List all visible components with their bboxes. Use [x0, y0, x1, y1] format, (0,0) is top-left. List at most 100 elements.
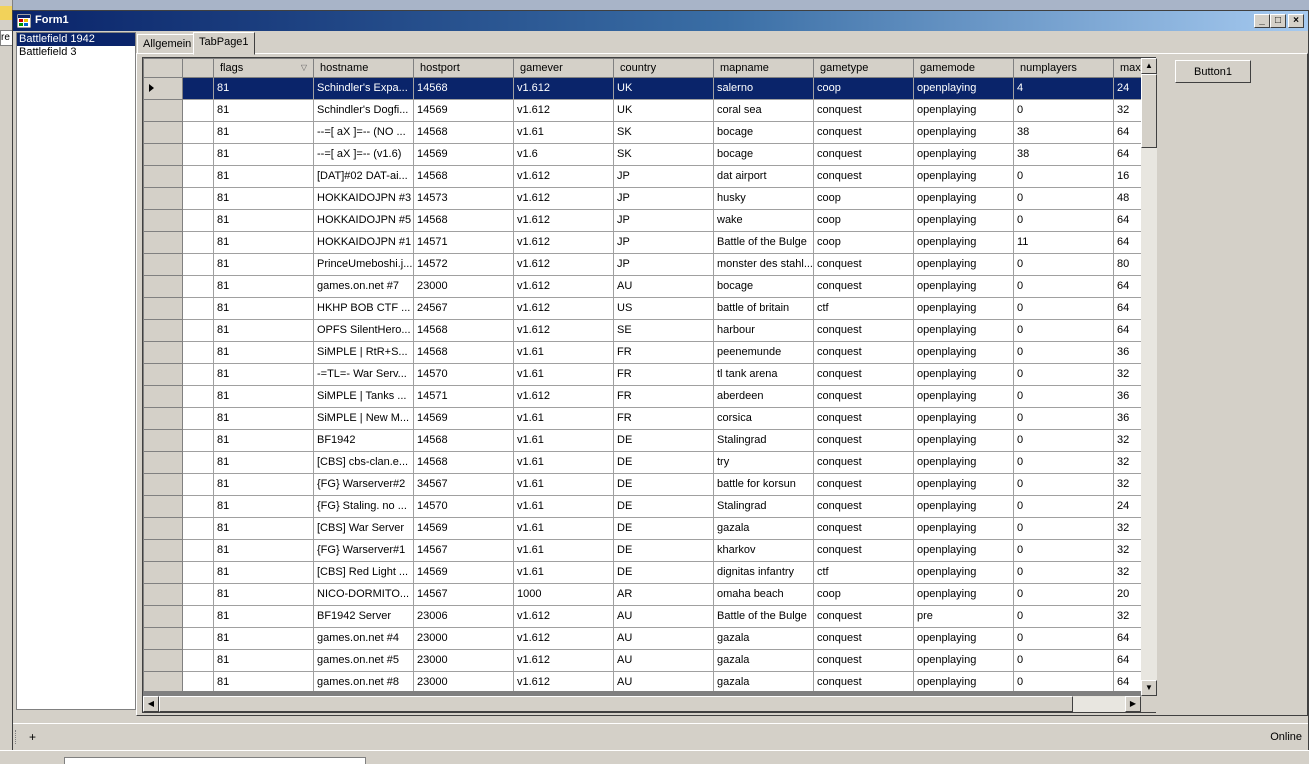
- cell-hostname[interactable]: [DAT]#02 DAT-ai...: [314, 166, 414, 188]
- cell-gamemode[interactable]: openplaying: [914, 386, 1014, 408]
- column-header-hostname[interactable]: hostname: [314, 59, 414, 78]
- cell-numplayers[interactable]: 0: [1014, 342, 1114, 364]
- cell-gamemode[interactable]: openplaying: [914, 474, 1014, 496]
- cell-country[interactable]: JP: [614, 166, 714, 188]
- cell-country[interactable]: AU: [614, 672, 714, 691]
- cell-blank[interactable]: [183, 364, 214, 386]
- cell-hostname[interactable]: HOKKAIDOJPN #3: [314, 188, 414, 210]
- cell-gamemode[interactable]: openplaying: [914, 210, 1014, 232]
- cell-mapname[interactable]: Battle of the Bulge: [714, 232, 814, 254]
- cell-hostport[interactable]: 14568: [414, 430, 514, 452]
- table-row[interactable]: 81 {FG} Warserver#1 14567 v1.61 DE kharkov con…: [144, 540, 1155, 562]
- cell-gamemode[interactable]: openplaying: [914, 650, 1014, 672]
- cell-flags[interactable]: 81: [214, 320, 314, 342]
- cell-country[interactable]: DE: [614, 430, 714, 452]
- table-row[interactable]: 81 {FG} Staling. no ... 14570 v1.61 DE Stalin…: [144, 496, 1155, 518]
- cell-blank[interactable]: [183, 254, 214, 276]
- cell-mapname[interactable]: monster des stahl...: [714, 254, 814, 276]
- cell-gametype[interactable]: conquest: [814, 144, 914, 166]
- cell-mapname[interactable]: salerno: [714, 78, 814, 100]
- cell-gamemode[interactable]: openplaying: [914, 364, 1014, 386]
- row-header[interactable]: [144, 474, 183, 496]
- cell-hostport[interactable]: 14573: [414, 188, 514, 210]
- cell-numplayers[interactable]: 0: [1014, 386, 1114, 408]
- cell-hostname[interactable]: NICO-DORMITO...: [314, 584, 414, 606]
- cell-gametype[interactable]: conquest: [814, 496, 914, 518]
- cell-gamever[interactable]: v1.61: [514, 342, 614, 364]
- cell-mapname[interactable]: bocage: [714, 144, 814, 166]
- status-add-button[interactable]: +: [29, 730, 36, 744]
- cell-hostname[interactable]: --=[ aX ]=-- (v1.6): [314, 144, 414, 166]
- cell-country[interactable]: SK: [614, 144, 714, 166]
- cell-gamever[interactable]: v1.612: [514, 298, 614, 320]
- cell-gametype[interactable]: coop: [814, 78, 914, 100]
- cell-blank[interactable]: [183, 474, 214, 496]
- cell-numplayers[interactable]: 0: [1014, 408, 1114, 430]
- cell-gamemode[interactable]: openplaying: [914, 276, 1014, 298]
- cell-flags[interactable]: 81: [214, 342, 314, 364]
- cell-country[interactable]: JP: [614, 188, 714, 210]
- game-listbox[interactable]: Battlefield 1942 Battlefield 3: [16, 32, 136, 710]
- cell-flags[interactable]: 81: [214, 386, 314, 408]
- cell-country[interactable]: FR: [614, 386, 714, 408]
- cell-gamemode[interactable]: openplaying: [914, 562, 1014, 584]
- cell-flags[interactable]: 81: [214, 584, 314, 606]
- cell-gamever[interactable]: 1000: [514, 584, 614, 606]
- cell-blank[interactable]: [183, 166, 214, 188]
- cell-blank[interactable]: [183, 540, 214, 562]
- cell-flags[interactable]: 81: [214, 518, 314, 540]
- cell-gamemode[interactable]: openplaying: [914, 408, 1014, 430]
- table-row[interactable]: 81 HOKKAIDOJPN #3 14573 v1.612 JP husky coop op…: [144, 188, 1155, 210]
- cell-hostport[interactable]: 14571: [414, 232, 514, 254]
- cell-gamemode[interactable]: openplaying: [914, 628, 1014, 650]
- cell-flags[interactable]: 81: [214, 606, 314, 628]
- cell-numplayers[interactable]: 0: [1014, 474, 1114, 496]
- row-header[interactable]: [144, 144, 183, 166]
- table-row[interactable]: 81 [CBS] War Server 14569 v1.61 DE gazala conq…: [144, 518, 1155, 540]
- cell-blank[interactable]: [183, 386, 214, 408]
- server-grid[interactable]: flagshostnamehostportgamevercountrymapna…: [142, 57, 1156, 713]
- grid-corner-header[interactable]: [144, 59, 183, 78]
- table-row[interactable]: 81 -=TL=- War Serv... 14570 v1.61 FR tl tank …: [144, 364, 1155, 386]
- cell-blank[interactable]: [183, 452, 214, 474]
- cell-flags[interactable]: 81: [214, 232, 314, 254]
- cell-blank[interactable]: [183, 584, 214, 606]
- cell-gametype[interactable]: ctf: [814, 562, 914, 584]
- cell-numplayers[interactable]: 0: [1014, 518, 1114, 540]
- cell-gamemode[interactable]: pre: [914, 606, 1014, 628]
- cell-numplayers[interactable]: 0: [1014, 452, 1114, 474]
- cell-gametype[interactable]: conquest: [814, 672, 914, 691]
- cell-hostport[interactable]: 14568: [414, 452, 514, 474]
- cell-flags[interactable]: 81: [214, 144, 314, 166]
- cell-hostname[interactable]: Schindler's Expa...: [314, 78, 414, 100]
- cell-blank[interactable]: [183, 606, 214, 628]
- cell-blank[interactable]: [183, 430, 214, 452]
- cell-hostname[interactable]: games.on.net #4: [314, 628, 414, 650]
- row-header[interactable]: [144, 188, 183, 210]
- cell-flags[interactable]: 81: [214, 122, 314, 144]
- cell-hostname[interactable]: [CBS] War Server: [314, 518, 414, 540]
- cell-hostport[interactable]: 23000: [414, 650, 514, 672]
- cell-gamever[interactable]: v1.612: [514, 232, 614, 254]
- table-row[interactable]: 81 SiMPLE | RtR+S... 14568 v1.61 FR peenemund…: [144, 342, 1155, 364]
- table-row[interactable]: 81 Schindler's Dogfi... 14569 v1.612 UK coral…: [144, 100, 1155, 122]
- cell-gametype[interactable]: conquest: [814, 342, 914, 364]
- cell-hostname[interactable]: PrinceUmeboshi.j...: [314, 254, 414, 276]
- cell-mapname[interactable]: coral sea: [714, 100, 814, 122]
- cell-gametype[interactable]: conquest: [814, 166, 914, 188]
- row-header[interactable]: [144, 584, 183, 606]
- cell-gametype[interactable]: coop: [814, 188, 914, 210]
- cell-country[interactable]: FR: [614, 364, 714, 386]
- cell-country[interactable]: JP: [614, 232, 714, 254]
- table-row[interactable]: 81 HOKKAIDOJPN #5 14568 v1.612 JP wake coop ope…: [144, 210, 1155, 232]
- row-header[interactable]: [144, 254, 183, 276]
- cell-gamever[interactable]: v1.61: [514, 518, 614, 540]
- cell-flags[interactable]: 81: [214, 672, 314, 691]
- close-button[interactable]: ×: [1288, 14, 1304, 28]
- cell-gamever[interactable]: v1.612: [514, 650, 614, 672]
- cell-mapname[interactable]: battle for korsun: [714, 474, 814, 496]
- cell-gamever[interactable]: v1.61: [514, 364, 614, 386]
- cell-numplayers[interactable]: 0: [1014, 276, 1114, 298]
- row-header[interactable]: [144, 276, 183, 298]
- cell-hostname[interactable]: games.on.net #5: [314, 650, 414, 672]
